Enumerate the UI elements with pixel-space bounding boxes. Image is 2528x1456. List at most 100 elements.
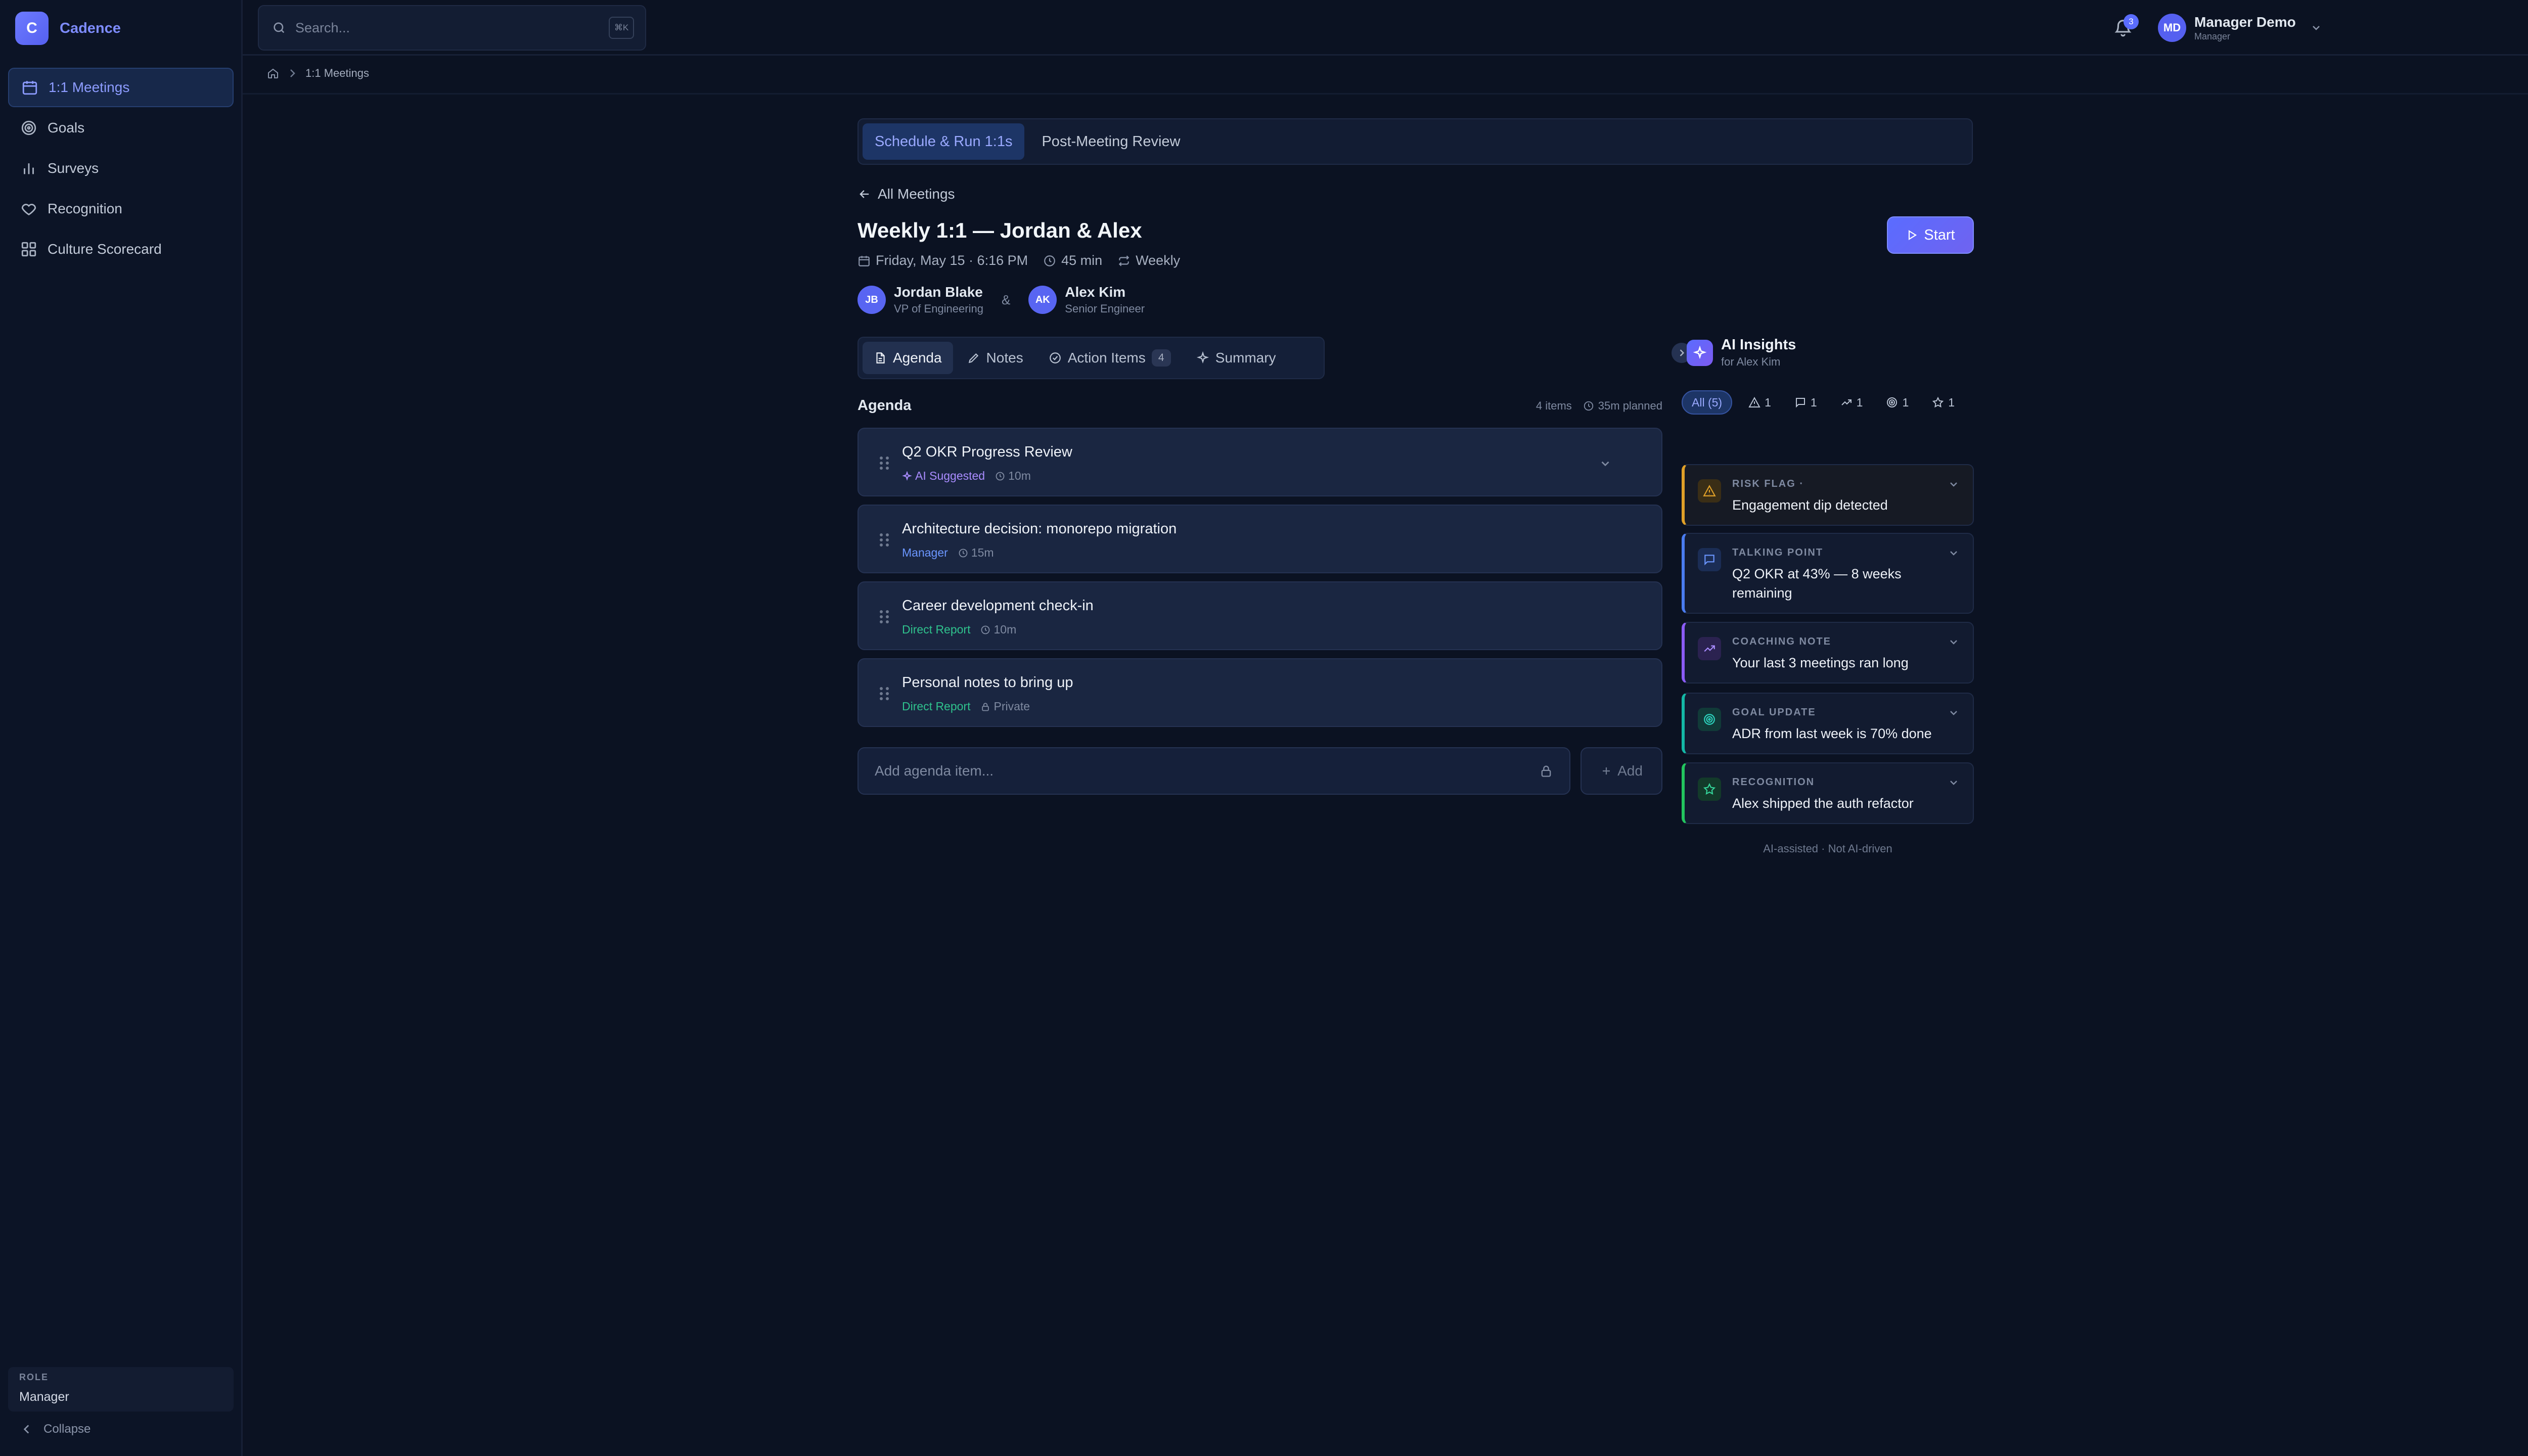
filter-count: 1: [1856, 395, 1863, 409]
insights-title: AI Insights: [1721, 337, 1796, 353]
filter-goal[interactable]: 1: [1879, 390, 1916, 415]
insight-card-talking-point[interactable]: TALKING POINT Q2 OKR at 43% — 8 weeks re…: [1682, 533, 1974, 614]
add-agenda-button[interactable]: Add: [1581, 747, 1662, 795]
sidebar-item-recognition[interactable]: Recognition: [8, 189, 234, 229]
participants: JB Jordan Blake VP of Engineering & AK A…: [857, 284, 1145, 315]
message-icon: [1795, 398, 1805, 408]
chevron-down-icon[interactable]: [1948, 547, 1960, 559]
duration-label: 15m: [971, 546, 994, 559]
star-icon: [1932, 396, 1944, 408]
chevron-down-icon[interactable]: [1599, 457, 1612, 470]
filter-risk[interactable]: 1: [1741, 390, 1778, 415]
filter-recognition[interactable]: 1: [1925, 390, 1962, 415]
collapse-button[interactable]: Collapse: [20, 1422, 91, 1436]
filter-all[interactable]: All (5): [1682, 390, 1733, 415]
tab-notes[interactable]: Notes: [956, 342, 1034, 374]
sidebar-item-culture-scorecard[interactable]: Culture Scorecard: [8, 230, 234, 269]
insight-type: GOAL UPDATE: [1732, 707, 1816, 718]
tab-schedule-run[interactable]: Schedule & Run 1:1s: [863, 123, 1025, 160]
add-agenda-field[interactable]: [857, 747, 1570, 795]
breadcrumb-current: 1:1 Meetings: [305, 67, 369, 79]
brand-logo: C: [15, 12, 49, 45]
agenda-item-meta: Direct Report 10m: [902, 623, 1016, 636]
user-menu[interactable]: MD Manager Demo Manager: [2158, 11, 2322, 44]
agenda-item-duration: 15m: [958, 546, 994, 560]
star-icon: [1703, 783, 1716, 795]
agenda-item[interactable]: Q2 OKR Progress Review AI Suggested 10m: [857, 428, 1662, 496]
drag-handle-icon[interactable]: [878, 455, 891, 471]
sidebar-item-label: Surveys: [48, 160, 99, 176]
page-title: Weekly 1:1 — Jordan & Alex: [857, 218, 1142, 242]
agenda-item-duration: 10m: [980, 623, 1016, 636]
tab-summary[interactable]: Summary: [1185, 342, 1287, 374]
chevron-down-icon[interactable]: [1948, 707, 1960, 719]
search-input[interactable]: [295, 20, 609, 36]
clock-icon: [1044, 255, 1055, 266]
tab-label: Notes: [986, 350, 1023, 366]
user-role: Manager: [2194, 31, 2231, 41]
filter-count: 1: [1765, 395, 1771, 409]
tab-action-items[interactable]: Action Items 4: [1037, 342, 1182, 374]
add-agenda-input[interactable]: [875, 763, 1539, 779]
sidebar-item-label: Culture Scorecard: [48, 241, 162, 257]
chevron-down-icon[interactable]: [1948, 478, 1960, 490]
chevron-down-icon[interactable]: [1948, 777, 1960, 789]
sidebar-item-meetings[interactable]: 1:1 Meetings: [8, 68, 234, 107]
bar-chart-icon: [24, 163, 34, 174]
warning-icon: [1748, 396, 1760, 407]
meeting-duration-text: 45 min: [1061, 253, 1103, 268]
agenda-item[interactable]: Career development check-in Direct Repor…: [857, 581, 1662, 650]
agenda-item-meta: Direct Report Private: [902, 700, 1030, 713]
chevron-down-icon[interactable]: [1948, 636, 1960, 648]
sidebar-item-goals[interactable]: Goals: [8, 108, 234, 148]
insight-card-risk[interactable]: RISK FLAG · Engagement dip detected: [1682, 464, 1974, 526]
brand[interactable]: C Cadence: [15, 11, 121, 46]
filter-talking-point[interactable]: 1: [1787, 390, 1824, 415]
drag-handle-icon[interactable]: [878, 609, 891, 625]
insight-icon: [1698, 479, 1721, 503]
pen-icon: [968, 353, 978, 363]
filter-count: 1: [1810, 395, 1817, 409]
role-selector[interactable]: ROLE Manager: [8, 1367, 234, 1412]
duration-label: 10m: [1008, 469, 1031, 482]
source-label: AI Suggested: [915, 469, 985, 482]
target-icon: [21, 120, 36, 135]
ai-footnote: AI-assisted · Not AI-driven: [1763, 842, 1892, 855]
insight-card-recognition[interactable]: RECOGNITION Alex shipped the auth refact…: [1682, 762, 1974, 824]
back-to-meetings-link[interactable]: All Meetings: [857, 186, 955, 202]
message-icon: [1704, 555, 1714, 566]
brand-name: Cadence: [60, 20, 121, 36]
agenda-item-source: Direct Report: [902, 623, 971, 636]
participant-name: Alex Kim: [1065, 284, 1126, 300]
start-meeting-button[interactable]: Start: [1887, 216, 1974, 254]
insight-card-coaching[interactable]: COACHING NOTE Your last 3 meetings ran l…: [1682, 622, 1974, 684]
avatar: JB: [857, 286, 886, 314]
clock-icon: [959, 549, 968, 557]
sidebar-item-surveys[interactable]: Surveys: [8, 149, 234, 188]
trending-up-icon: [1704, 645, 1715, 652]
drag-handle-icon[interactable]: [878, 532, 891, 548]
agenda-item-meta: Manager 15m: [902, 546, 994, 560]
insight-card-goal-update[interactable]: GOAL UPDATE ADR from last week is 70% do…: [1682, 693, 1974, 754]
filter-coaching[interactable]: 1: [1833, 390, 1870, 415]
drag-handle-icon[interactable]: [878, 686, 891, 702]
clock-icon: [996, 472, 1005, 480]
agenda-item[interactable]: Architecture decision: monorepo migratio…: [857, 505, 1662, 573]
agenda-item-title: Q2 OKR Progress Review: [902, 444, 1072, 460]
insight-text: Engagement dip detected: [1732, 497, 1888, 513]
tab-post-meeting-review[interactable]: Post-Meeting Review: [1029, 123, 1192, 160]
insight-type: RISK FLAG ·: [1732, 478, 1804, 489]
lock-icon[interactable]: [1539, 764, 1553, 778]
meeting-tabs: Agenda Notes Action Items 4 Summary: [857, 337, 1325, 379]
back-label: All Meetings: [878, 186, 955, 202]
filter-count: 1: [1902, 395, 1909, 409]
home-icon[interactable]: [267, 67, 279, 79]
search-shortcut: ⌘K: [609, 17, 634, 39]
meeting-date: Friday, May 15 · 6:16 PM: [857, 253, 1028, 268]
filter-count: 1: [1948, 395, 1955, 409]
agenda-item[interactable]: Personal notes to bring up Direct Report…: [857, 658, 1662, 727]
agenda-stats: 4 items 35m planned: [1536, 399, 1662, 413]
action-items-count: 4: [1151, 349, 1171, 367]
search-box[interactable]: ⌘K: [258, 5, 646, 51]
tab-agenda[interactable]: Agenda: [863, 342, 953, 374]
